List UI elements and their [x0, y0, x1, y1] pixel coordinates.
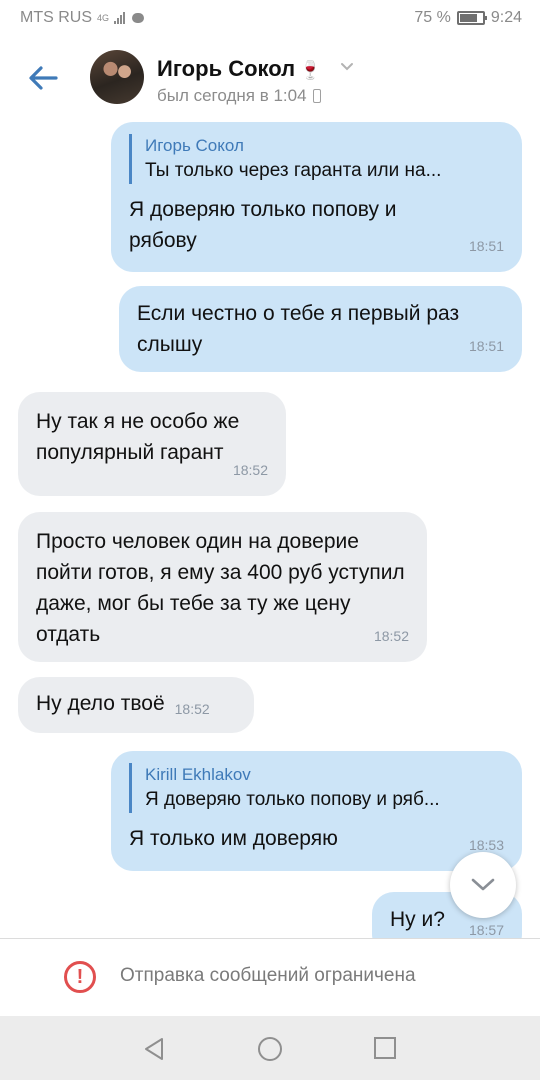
message-list[interactable]: Игорь Сокол Ты только через гаранта или … — [0, 122, 540, 938]
scroll-to-bottom-button[interactable] — [450, 852, 516, 918]
last-seen-status: был сегодня в 1:04 — [157, 86, 321, 106]
message-bubble-incoming[interactable]: Ну так я не особо же популярный гарант 1… — [18, 392, 286, 496]
message-bubble-outgoing[interactable]: Если честно о тебе я первый раз слышу 18… — [119, 286, 522, 372]
nav-back-icon[interactable] — [142, 1036, 166, 1062]
contact-avatar[interactable] — [90, 50, 144, 104]
message-time: 18:52 — [232, 462, 268, 478]
clock: 9:24 — [490, 9, 522, 26]
nav-recents-icon[interactable] — [373, 1036, 397, 1060]
system-navigation-bar — [0, 1016, 540, 1080]
carrier-label: MTS RUS — [20, 9, 92, 26]
message-bubble-outgoing[interactable]: Игорь Сокол Ты только через гаранта или … — [111, 122, 522, 272]
message-text: Я только им доверяю — [129, 827, 338, 850]
message-time: 18:51 — [468, 338, 504, 354]
chevron-down-icon[interactable] — [340, 60, 354, 74]
message-bubble-outgoing[interactable]: Kirill Ekhlakov Я доверяю только попову … — [111, 751, 522, 871]
message-bubble-incoming[interactable]: Ну дело твоё 18:52 — [18, 677, 254, 733]
message-time: 18:57 — [468, 922, 504, 938]
reply-quote[interactable]: Kirill Ekhlakov Я доверяю только попову … — [129, 763, 502, 813]
message-time: 18:51 — [468, 238, 504, 254]
chat-header: Игорь Сокол 🍷 был сегодня в 1:04 — [0, 36, 540, 122]
nav-home-icon[interactable] — [257, 1036, 283, 1062]
network-type-label: 4G — [97, 13, 110, 23]
mobile-phone-icon — [312, 89, 321, 103]
message-time: 18:52 — [174, 701, 210, 717]
message-text: Ну дело твоё — [36, 692, 165, 715]
wine-glass-emoji: 🍷 — [299, 60, 322, 80]
reply-author: Kirill Ekhlakov — [145, 765, 251, 784]
notification-chat-icon — [132, 13, 145, 23]
message-bubble-incoming[interactable]: Просто человек один на доверие пойти гот… — [18, 512, 427, 662]
reply-text: Я доверяю только попову и ряб... — [145, 789, 440, 810]
message-text: Просто человек один на доверие пойти гот… — [36, 530, 405, 646]
messaging-restricted-bar: ! Отправка сообщений ограничена — [0, 938, 540, 1016]
chevron-down-icon — [471, 878, 495, 891]
reply-quote[interactable]: Игорь Сокол Ты только через гаранта или … — [129, 134, 502, 184]
status-bar: MTS RUS 4G 75 % 9:24 — [0, 0, 540, 36]
battery-percent: 75 % — [414, 9, 451, 26]
restriction-message: Отправка сообщений ограничена — [120, 965, 416, 986]
contact-name[interactable]: Игорь Сокол 🍷 — [157, 56, 322, 82]
back-arrow-icon[interactable] — [26, 61, 60, 95]
message-time: 18:52 — [373, 628, 409, 644]
message-text: Я доверяю только попову и рябову — [129, 198, 397, 252]
reply-author: Игорь Сокол — [145, 136, 244, 155]
battery-icon — [456, 11, 487, 25]
warning-icon: ! — [64, 961, 96, 993]
message-text: Если честно о тебе я первый раз слышу — [137, 302, 460, 356]
signal-icon — [114, 12, 126, 24]
reply-text: Ты только через гаранта или на... — [145, 160, 442, 181]
